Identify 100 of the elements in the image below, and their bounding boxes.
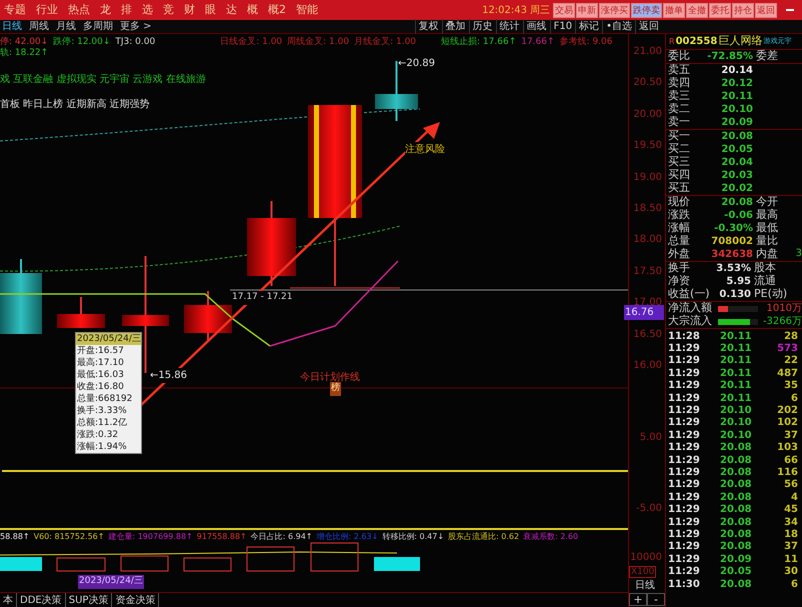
period-tab[interactable]: 更多 > bbox=[120, 19, 152, 34]
tick-volume: 56 bbox=[783, 478, 798, 492]
quote-value: 5.95 bbox=[725, 275, 752, 289]
volume-bar bbox=[310, 542, 358, 572]
bottom-tab[interactable]: DDE决策 bbox=[17, 593, 66, 607]
bottom-tab[interactable]: SUP决策 bbox=[66, 593, 112, 607]
zoom-button[interactable]: - bbox=[647, 593, 665, 606]
axis-label: 20.00 bbox=[633, 108, 662, 122]
tick-time: 11:29 bbox=[668, 354, 701, 368]
zoom-button[interactable]: + bbox=[629, 593, 647, 606]
tick-price: 20.11 bbox=[720, 379, 753, 394]
indicator-value: 今日占比: 6.94↑ bbox=[250, 531, 312, 543]
indicator-value: 轨: 18.22↑ bbox=[0, 47, 48, 60]
tick-price: 20.08 bbox=[720, 503, 753, 518]
quote-value: 20.08 bbox=[720, 130, 754, 144]
menu-item[interactable]: 专题 bbox=[4, 2, 26, 18]
trade-button[interactable]: 交易 bbox=[553, 2, 575, 18]
axis-label: 16.00 bbox=[633, 359, 662, 373]
trade-button[interactable]: 持仓 bbox=[732, 2, 754, 18]
flow-label: 大宗流入 bbox=[668, 313, 713, 330]
menu-item[interactable]: 概2 bbox=[268, 2, 286, 18]
flow-value: 1010万 bbox=[766, 302, 802, 316]
tooltip-line: 开盘:16.57 bbox=[76, 345, 125, 357]
tick-price: 20.08 bbox=[720, 516, 753, 530]
menu-item[interactable]: 智能 bbox=[296, 2, 318, 18]
tooltip-line: 总量:668192 bbox=[76, 393, 134, 405]
menu-item[interactable]: 热点 bbox=[68, 2, 90, 18]
quote-value: 20.11 bbox=[720, 90, 754, 104]
tick-time: 11:29 bbox=[668, 428, 701, 442]
tick-volume: 30 bbox=[783, 565, 798, 580]
quote-label: 流通 bbox=[754, 273, 776, 288]
indicator-value: V60: 815752.56↑ bbox=[34, 531, 104, 543]
volume-bar bbox=[246, 546, 294, 572]
tick-price: 20.08 bbox=[720, 490, 753, 504]
menu-item[interactable]: 排 bbox=[121, 2, 132, 18]
menu-item[interactable]: 竞 bbox=[163, 2, 174, 18]
axis-label: -5.00 bbox=[636, 502, 662, 516]
trade-button[interactable]: 返回 bbox=[755, 2, 777, 18]
current-price-tag: 16.76 bbox=[624, 305, 664, 320]
tooltip-line: 涨跌:0.32 bbox=[76, 429, 120, 441]
trade-button[interactable]: 跌停卖 bbox=[631, 2, 662, 18]
flow-value: -3266万 bbox=[762, 315, 802, 329]
axis-period: 日线 bbox=[635, 580, 655, 592]
quote-label: 量比 bbox=[756, 233, 778, 248]
quote-value: 20.08 bbox=[720, 196, 754, 210]
trade-button[interactable]: 全撤 bbox=[686, 2, 708, 18]
menu-item[interactable]: 行业 bbox=[36, 2, 58, 18]
tick-price: 20.08 bbox=[720, 466, 753, 480]
quote-value: 708002 bbox=[710, 235, 754, 249]
quote-value: 3.53% bbox=[715, 262, 752, 276]
tick-volume: 116 bbox=[776, 466, 798, 480]
indicator-value: 转移比例: 0.47↓ bbox=[382, 531, 444, 543]
indicator-value: 月线金叉: 1.00 bbox=[354, 36, 416, 49]
quote-value: 20.10 bbox=[720, 103, 754, 117]
tick-price: 20.08 bbox=[720, 454, 753, 468]
minimize-icon[interactable] bbox=[786, 9, 794, 11]
volume-bar bbox=[0, 557, 42, 571]
quote-value: 20.12 bbox=[720, 77, 754, 91]
trade-button[interactable]: 申新 bbox=[576, 2, 598, 18]
tick-price: 20.11 bbox=[720, 342, 753, 356]
period-tab[interactable]: 日线 bbox=[2, 19, 22, 34]
period-tab[interactable]: 多周期 bbox=[83, 19, 113, 34]
plan-label: 今日计划作线 bbox=[300, 370, 360, 383]
indicator-value: 17.66↑ bbox=[521, 36, 555, 49]
tick-time: 11:29 bbox=[668, 366, 701, 380]
indicator-value: 58.88↑ bbox=[0, 531, 30, 543]
axis-label: 19.50 bbox=[633, 139, 662, 154]
menu-item[interactable]: 概 bbox=[247, 2, 258, 18]
axis-label: 18.00 bbox=[633, 233, 662, 248]
menu-item[interactable]: 财 bbox=[184, 2, 195, 18]
axis-label: 18.50 bbox=[633, 202, 662, 216]
low-price-label: ←15.86 bbox=[150, 368, 188, 383]
quote-value: -0.06 bbox=[723, 209, 754, 223]
menu-item[interactable]: 达 bbox=[226, 2, 237, 18]
tick-volume: 4 bbox=[790, 490, 798, 504]
tick-time: 11:29 bbox=[668, 416, 701, 430]
volume-bar bbox=[184, 558, 232, 572]
quote-value: 20.14 bbox=[720, 64, 754, 78]
trade-button[interactable]: 撤单 bbox=[663, 2, 685, 18]
tick-time: 11:29 bbox=[668, 379, 701, 394]
tick-volume: 37 bbox=[783, 428, 798, 442]
quote-value: 342638 bbox=[710, 248, 754, 262]
indicator-value: 股东占流通比: 0.62 bbox=[448, 531, 520, 543]
period-tab[interactable]: 周线 bbox=[29, 19, 49, 34]
tick-time: 11:29 bbox=[668, 441, 701, 456]
tick-price: 20.05 bbox=[720, 565, 753, 580]
plan-tag: 榜 bbox=[330, 382, 341, 396]
bottom-tab[interactable]: 本 bbox=[0, 593, 17, 607]
quote-label: 买一 bbox=[668, 128, 691, 143]
menu-item[interactable]: 眼 bbox=[205, 2, 216, 18]
tick-price: 20.10 bbox=[720, 428, 753, 442]
bottom-tab[interactable]: 资金决策 bbox=[112, 593, 160, 607]
menu-item[interactable]: 选 bbox=[142, 2, 153, 18]
menu-item[interactable]: 龙 bbox=[100, 2, 111, 18]
period-tab[interactable]: 月线 bbox=[56, 19, 76, 34]
quote-value: 20.04 bbox=[720, 156, 754, 170]
tick-volume: 35 bbox=[783, 379, 798, 394]
quote-label: 收益(一) bbox=[668, 286, 711, 302]
trade-button[interactable]: 涨停买 bbox=[599, 2, 630, 18]
trade-button[interactable]: 委托 bbox=[709, 2, 731, 18]
